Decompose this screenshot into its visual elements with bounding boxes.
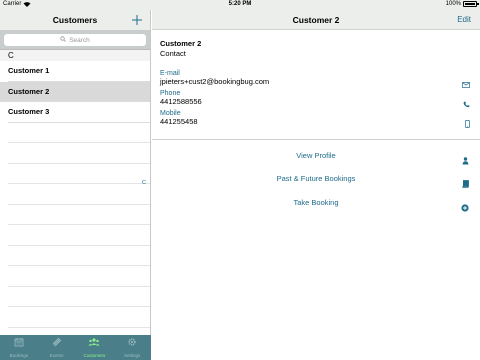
person-icon [462,152,469,170]
section-index-c[interactable]: C [142,180,146,186]
people-icon [88,334,100,352]
empty-row [8,143,150,164]
customer-type: Contact [160,49,186,58]
ticket-icon [52,334,62,352]
list-item-customer-3[interactable]: Customer 3 [8,102,150,123]
detail-nav-bar: Customer 2 Edit [152,10,480,30]
search-placeholder: Search [69,36,90,44]
phone-value: 4412588556 [160,97,202,106]
add-customer-icon[interactable] [131,13,143,25]
customer-name: Customer 2 [160,39,202,48]
status-time: 5:20 PM [228,1,252,7]
empty-row [8,225,150,246]
tab-label: Settings [123,353,141,358]
left-nav-bar: Customers [0,10,150,30]
empty-row [8,164,150,184]
tab-events[interactable]: Events [38,335,76,360]
detail-title: Customer 2 [292,15,340,25]
list-title: Customers [52,15,98,25]
status-bar: Carrier 5:20 PM 100% [0,0,480,10]
mobile-label: Mobile [160,110,181,117]
search-bar: Search [0,30,150,50]
search-input[interactable]: Search [4,34,146,46]
email-field[interactable]: E-mail jpieters+cust2@bookingbug.com [160,70,470,88]
take-booking-button[interactable]: Take Booking [152,195,480,212]
empty-row [8,307,150,328]
edit-button[interactable]: Edit [457,15,471,24]
book-icon [462,175,469,193]
calendar-icon [14,334,24,352]
email-label: E-mail [160,70,180,77]
customer-detail: Customer 2 Contact E-mail jpieters+cust2… [160,39,470,128]
tab-bar: Bookings Events Customers Settings [0,335,151,360]
search-icon [60,36,67,44]
customer-list-pane: Customers Search C Customer 1 Customer 2… [0,10,151,360]
empty-row [8,184,150,205]
tab-label: Bookings [9,353,29,358]
list-item-customer-2[interactable]: Customer 2 [0,81,150,102]
phone-label: Phone [160,90,181,97]
empty-row [8,266,150,287]
status-right: 100% [445,1,479,7]
gear-icon [127,334,137,352]
email-value: jpieters+cust2@bookingbug.com [160,77,270,86]
battery-icon [463,1,479,7]
battery-percent: 100% [445,1,461,7]
bookings-label: Past & Future Bookings [276,174,356,183]
plus-circle-icon [461,199,469,217]
tab-label: Events [49,353,64,358]
empty-row [8,205,150,225]
empty-row [8,123,150,143]
mobile-field[interactable]: Mobile 441255458 [160,110,470,128]
empty-row [8,246,150,266]
section-header: C [0,50,150,61]
mobile-value: 441255458 [160,117,198,126]
phone-field[interactable]: Phone 4412588556 [160,90,470,108]
tab-settings[interactable]: Settings [113,335,151,360]
view-profile-label: View Profile [296,151,336,160]
tab-bookings[interactable]: Bookings [0,335,38,360]
take-booking-label: Take Booking [293,198,339,207]
view-profile-button[interactable]: View Profile [152,148,480,165]
bookings-button[interactable]: Past & Future Bookings [152,171,480,188]
list-item-customer-1[interactable]: Customer 1 [8,61,150,82]
tab-label: Customers [83,353,106,358]
divider [152,139,480,140]
mobile-phone-icon[interactable] [465,115,470,133]
tab-customers[interactable]: Customers [76,335,114,360]
empty-row [8,287,150,307]
